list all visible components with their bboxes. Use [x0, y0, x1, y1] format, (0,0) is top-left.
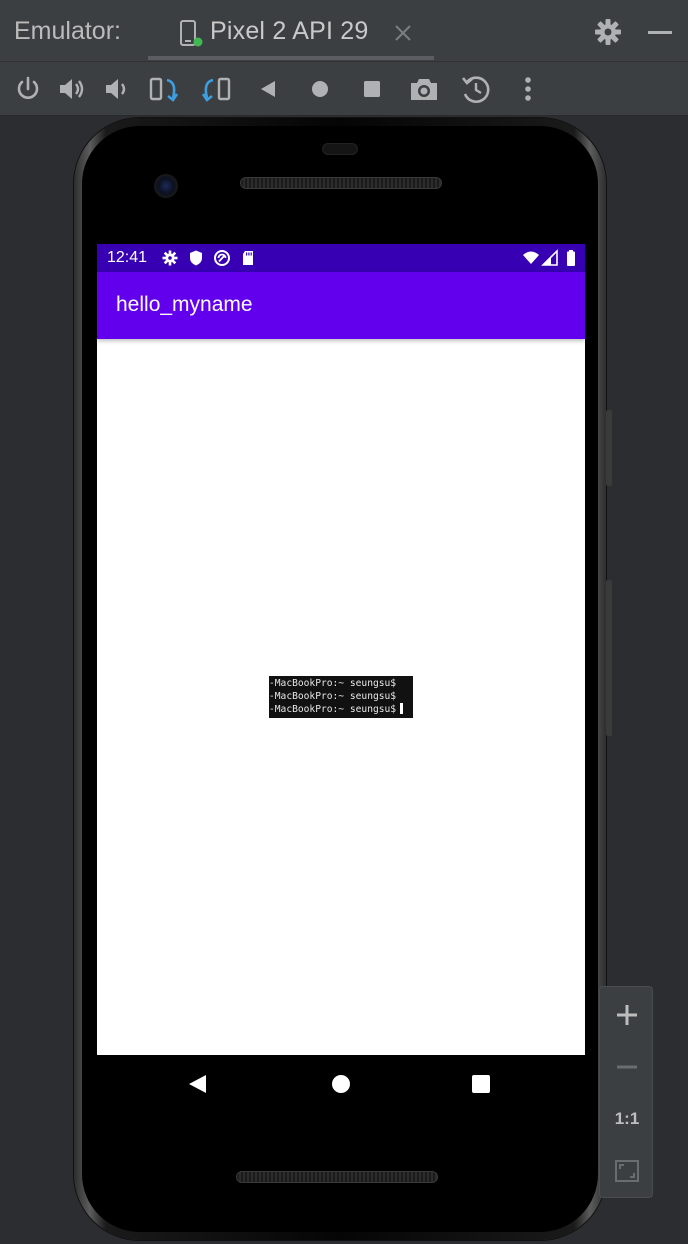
wifi-icon [522, 249, 540, 267]
zoom-one-to-one-label: 1:1 [614, 1109, 640, 1128]
sync-circle-icon [213, 249, 231, 267]
active-tab-indicator [148, 56, 434, 60]
close-icon[interactable] [392, 22, 414, 44]
terminal-cursor [400, 703, 404, 714]
terminal-screenshot-image: -MacBookPro:~ seungsu$ -MacBookPro:~ seu… [269, 676, 413, 718]
rotate-right-icon[interactable] [199, 72, 233, 106]
device-screen[interactable]: 12:41 hello_myname -MacBookPro:~ seungsu… [97, 244, 585, 1055]
navigation-bar [97, 1055, 585, 1111]
zoom-controls: 1:1 [599, 986, 653, 1198]
back-triangle-icon[interactable] [251, 72, 285, 106]
device-tab[interactable]: Pixel 2 API 29 [148, 0, 434, 62]
app-bar: hello_myname [97, 272, 585, 339]
device-phone-icon [178, 20, 204, 48]
zoom-actual-size-button[interactable]: 1:1 [611, 1103, 643, 1135]
terminal-line-last: -MacBookPro:~ seungsu$ [269, 703, 413, 716]
emulator-label: Emulator: [14, 17, 121, 45]
volume-up-icon[interactable] [55, 72, 89, 106]
camera-icon[interactable] [407, 72, 441, 106]
earpiece [322, 143, 358, 155]
nav-back-icon[interactable] [187, 1073, 209, 1095]
minimize-icon[interactable] [646, 22, 674, 42]
tab-title: Pixel 2 API 29 [210, 17, 369, 45]
top-speaker [240, 177, 442, 189]
shield-icon [187, 249, 205, 267]
sd-card-icon [239, 249, 257, 267]
front-camera-icon [154, 174, 178, 198]
fit-screen-icon[interactable] [611, 1155, 643, 1187]
nav-home-icon[interactable] [330, 1073, 352, 1095]
zoom-out-icon[interactable] [611, 1051, 643, 1083]
cell-signal-icon [541, 249, 559, 267]
side-button-lower [606, 580, 612, 736]
power-icon[interactable] [11, 72, 45, 106]
more-vertical-icon[interactable] [511, 72, 545, 106]
rotate-left-icon[interactable] [147, 72, 181, 106]
terminal-line-text: -MacBookPro:~ seungsu$ [269, 704, 397, 715]
nav-overview-icon[interactable] [470, 1073, 492, 1095]
side-button-upper [606, 410, 612, 486]
battery-icon [562, 249, 580, 267]
app-title: hello_myname [116, 293, 253, 316]
emulator-titlebar: Emulator: Pixel 2 API 29 [0, 0, 688, 62]
terminal-line: -MacBookPro:~ seungsu$ [269, 691, 397, 702]
terminal-line: -MacBookPro:~ seungsu$ [269, 678, 397, 689]
snapshot-icon[interactable] [459, 72, 493, 106]
overview-square-icon[interactable] [355, 72, 389, 106]
settings-icon [161, 249, 179, 267]
home-circle-icon[interactable] [303, 72, 337, 106]
emulator-toolbar [0, 62, 688, 116]
bottom-speaker [236, 1171, 438, 1183]
gear-icon[interactable] [592, 16, 624, 48]
volume-down-icon[interactable] [100, 72, 134, 106]
status-time: 12:41 [107, 249, 148, 266]
status-bar: 12:41 [97, 244, 585, 272]
zoom-in-icon[interactable] [611, 999, 643, 1031]
